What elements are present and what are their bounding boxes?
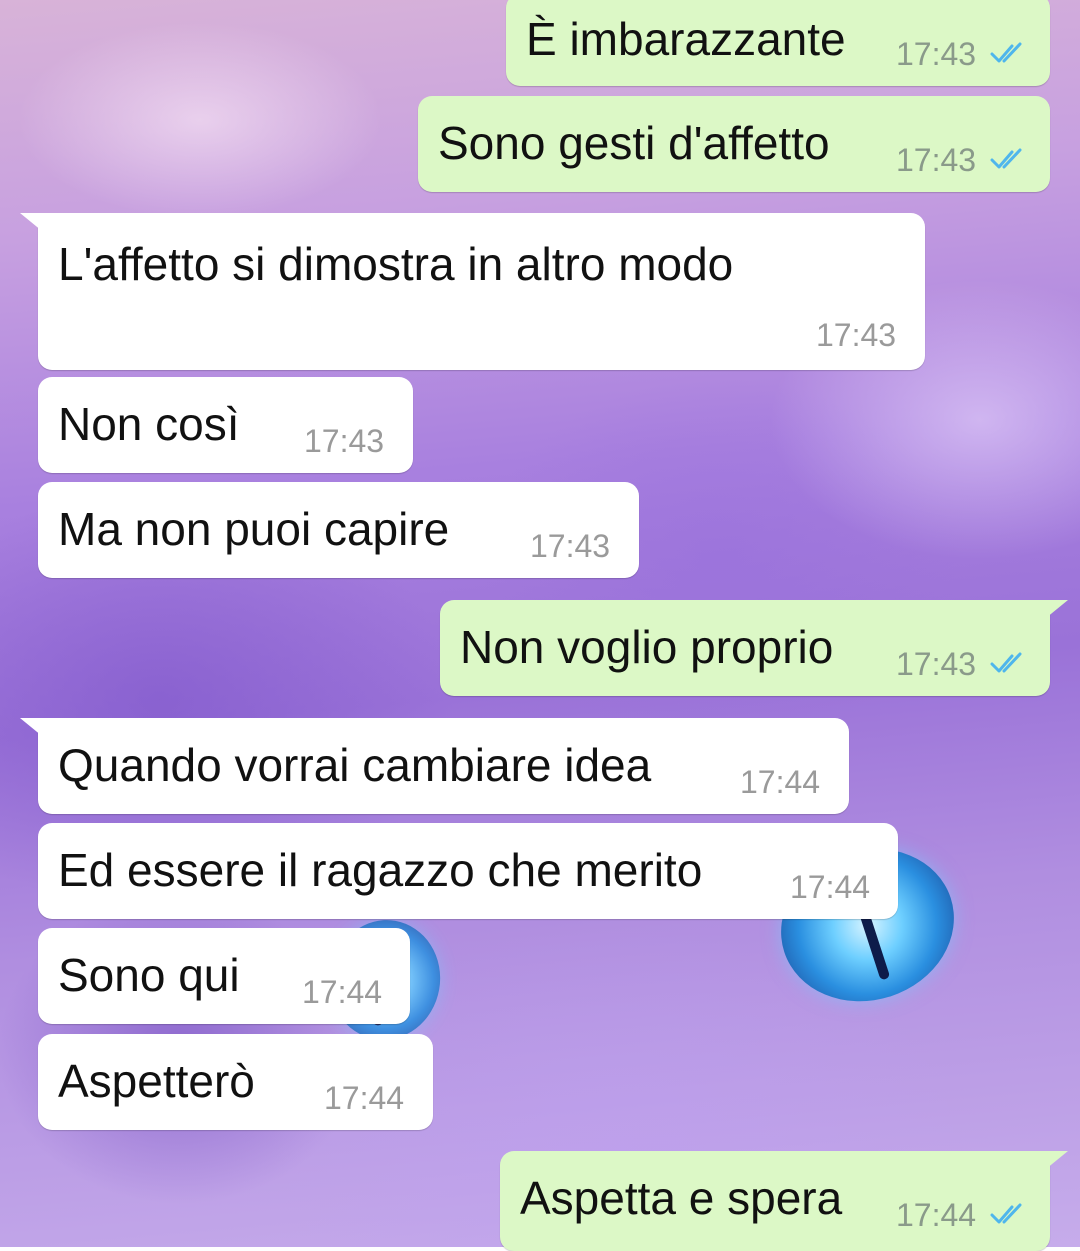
message-time: 17:43 [896, 36, 977, 72]
message-bubble-incoming[interactable]: Aspetterò 17:44 [38, 1034, 433, 1130]
double-check-icon [990, 42, 1022, 63]
message-text: Aspetta e spera [520, 1172, 843, 1224]
message-bubble-incoming[interactable]: Ma non puoi capire 17:43 [38, 482, 639, 578]
message-time: 17:43 [816, 317, 897, 353]
message-time: 17:44 [302, 974, 383, 1010]
message-time: 17:43 [530, 528, 611, 564]
bubble-tail [20, 213, 42, 231]
message-text: Aspetterò [58, 1055, 255, 1107]
message-bubble-incoming[interactable]: Quando vorrai cambiare idea 17:44 [20, 718, 849, 814]
message-bubble-outgoing[interactable]: È imbarazzante 17:43 [506, 0, 1050, 86]
message-text: Ma non puoi capire [58, 503, 450, 555]
bubble-tail [20, 718, 42, 736]
message-bubble-incoming[interactable]: Non così 17:43 [38, 377, 413, 473]
double-check-icon [990, 148, 1022, 169]
message-time: 17:43 [896, 142, 977, 178]
message-bubble-incoming[interactable]: Sono qui 17:44 [38, 928, 410, 1024]
message-time: 17:44 [324, 1080, 405, 1116]
message-time: 17:43 [304, 423, 385, 459]
message-time: 17:44 [740, 764, 821, 800]
message-text: Sono gesti d'affetto [438, 117, 830, 169]
chat-message-list[interactable]: È imbarazzante 17:43 Sono gesti d'affett… [0, 0, 1080, 1251]
double-check-icon [990, 652, 1022, 673]
message-text: Ed essere il ragazzo che merito [58, 844, 703, 896]
message-text: Sono qui [58, 949, 240, 1001]
message-text: È imbarazzante [526, 13, 846, 65]
bubble-tail [1046, 600, 1068, 618]
double-check-icon [990, 1203, 1022, 1224]
message-text: Non così [58, 398, 240, 450]
message-bubble-incoming[interactable]: Ed essere il ragazzo che merito 17:44 [38, 823, 898, 919]
message-text: L'affetto si dimostra in altro modo [58, 238, 734, 290]
message-bubble-outgoing[interactable]: Sono gesti d'affetto 17:43 [418, 96, 1050, 192]
message-bubble-incoming[interactable]: L'affetto si dimostra in altro modo 17:4… [20, 213, 925, 370]
message-bubble-outgoing[interactable]: Non voglio proprio 17:43 [440, 600, 1068, 696]
message-time: 17:44 [896, 1197, 977, 1233]
bubble-tail [1046, 1151, 1068, 1169]
message-text: Quando vorrai cambiare idea [58, 739, 652, 791]
message-bubble-outgoing[interactable]: Aspetta e spera 17:44 [500, 1151, 1068, 1251]
message-text: Non voglio proprio [460, 621, 834, 673]
message-time: 17:44 [790, 869, 871, 905]
message-time: 17:43 [896, 646, 977, 682]
